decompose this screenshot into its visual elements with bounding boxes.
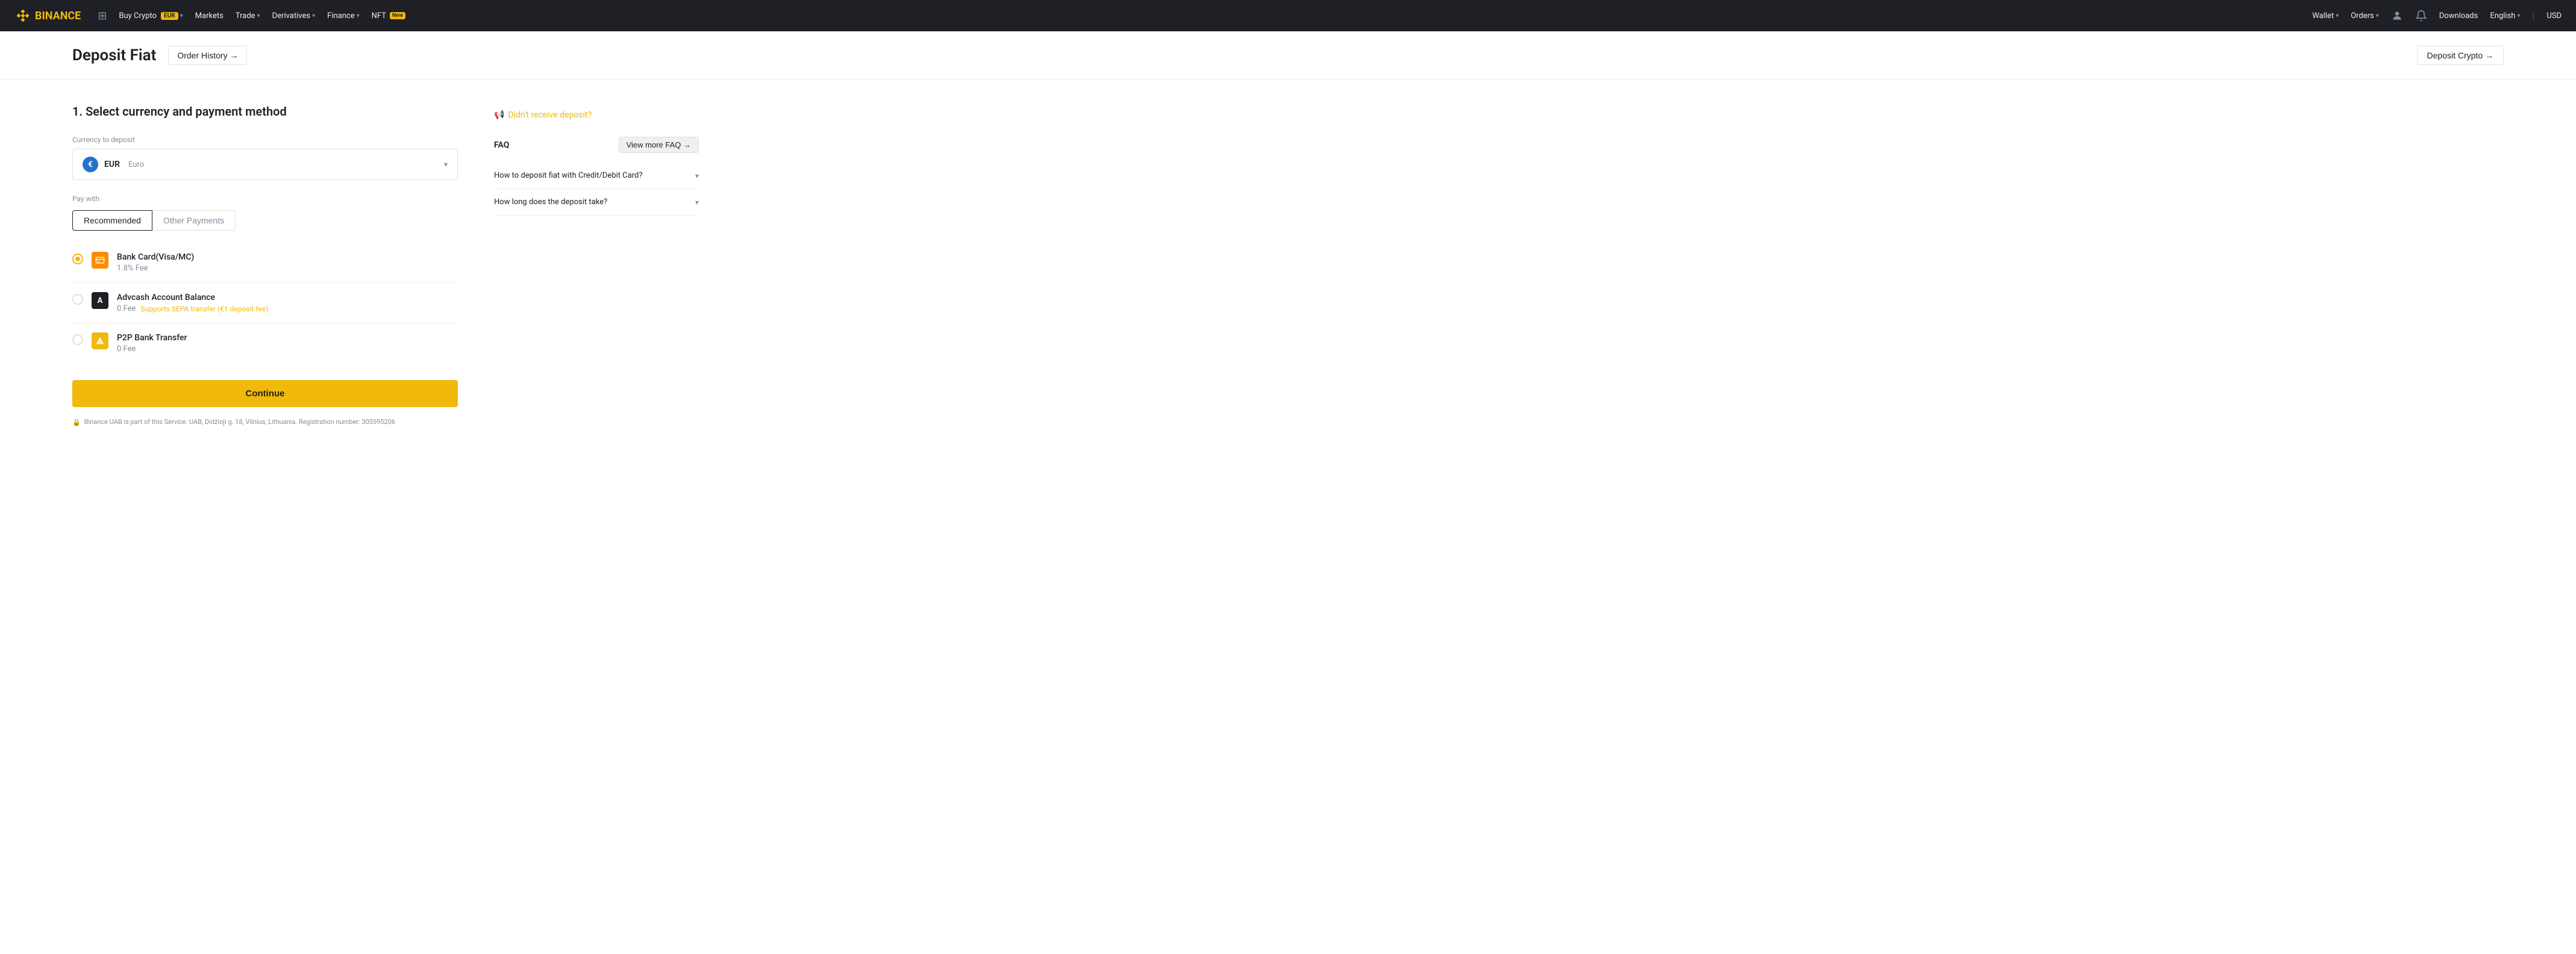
p2p-details: P2P Bank Transfer 0 Fee [117, 333, 458, 354]
left-panel: 1. Select currency and payment method Cu… [72, 104, 458, 426]
advcash-fee: 0 Fee Supports SEPA transfer (€1 deposit… [117, 304, 458, 313]
chevron-down-icon: ▾ [357, 13, 360, 19]
nav-downloads[interactable]: Downloads [2439, 11, 2478, 20]
navbar-right: Wallet ▾ Orders ▾ Downloads English ▾ | … [2312, 10, 2562, 22]
section-title: 1. Select currency and payment method [72, 104, 458, 119]
dropdown-arrow-icon: ▾ [444, 160, 448, 169]
faq-title: FAQ [494, 140, 509, 150]
nav-finance[interactable]: Finance ▾ [327, 11, 360, 20]
currency-full-name: Euro [128, 160, 144, 169]
chevron-down-icon: ▾ [257, 13, 260, 19]
payment-option-advcash[interactable]: A Advcash Account Balance 0 Fee Supports… [72, 283, 458, 323]
payment-option-bank-card[interactable]: Bank Card(Visa/MC) 1.8% Fee [72, 243, 458, 283]
chevron-down-icon: ▾ [2336, 13, 2339, 19]
chevron-down-icon: ▾ [695, 172, 699, 180]
logo-text: BINANCE [35, 10, 81, 22]
advcash-details: Advcash Account Balance 0 Fee Supports S… [117, 293, 458, 313]
currency-label: Currency to deposit [72, 136, 458, 144]
info-icon: 🔒 [72, 419, 81, 426]
currency-select[interactable]: € EUR Euro ▾ [72, 149, 458, 180]
currency-left: € EUR Euro [83, 157, 144, 172]
advcash-name: Advcash Account Balance [117, 293, 458, 302]
navbar: BINANCE ⊞ Buy Crypto EUR ▾ Markets Trade… [0, 0, 2576, 31]
nav-currency[interactable]: USD [2546, 11, 2562, 20]
apps-grid-icon[interactable]: ⊞ [98, 10, 107, 22]
faq-header: FAQ View more FAQ → [494, 137, 699, 153]
nav-markets[interactable]: Markets [195, 11, 224, 20]
pay-with-label: Pay with [72, 195, 458, 203]
p2p-fee: 0 Fee [117, 344, 458, 354]
chevron-down-icon: ▾ [2517, 13, 2520, 19]
nav-nft[interactable]: NFT New [372, 11, 405, 20]
currency-code: EUR [104, 160, 120, 169]
nav-trade[interactable]: Trade ▾ [236, 11, 260, 20]
radio-bank-card [72, 254, 83, 264]
faq-section: FAQ View more FAQ → How to deposit fiat … [494, 137, 699, 216]
right-panel: 📢 Didn't receive deposit? FAQ View more … [494, 104, 699, 426]
advcash-icon: A [92, 292, 108, 309]
page-title: Deposit Fiat [72, 46, 156, 64]
tab-other-payments[interactable]: Other Payments [152, 210, 236, 231]
nav-divider: | [2532, 10, 2534, 22]
faq-item-1[interactable]: How long does the deposit take? ▾ [494, 189, 699, 216]
chevron-down-icon: ▾ [2376, 13, 2379, 19]
bank-card-icon [92, 252, 108, 269]
body-layout: 1. Select currency and payment method Cu… [0, 80, 2576, 450]
radio-advcash [72, 294, 83, 305]
view-more-faq-button[interactable]: View more FAQ → [619, 137, 699, 153]
notifications-icon[interactable] [2415, 10, 2427, 22]
footer-note: 🔒 Binance UAB is part of this Service. U… [72, 418, 458, 426]
payment-option-p2p[interactable]: P2P Bank Transfer 0 Fee [72, 323, 458, 363]
order-history-button[interactable]: Order History → [168, 46, 247, 65]
page-header-left: Deposit Fiat Order History → [72, 46, 247, 65]
main-content: Deposit Fiat Order History → Deposit Cry… [0, 31, 2576, 954]
bank-card-fee: 1.8% Fee [117, 264, 458, 273]
nav-buy-crypto[interactable]: Buy Crypto EUR ▾ [119, 11, 183, 20]
nav-language[interactable]: English ▾ [2490, 11, 2520, 20]
nav-derivatives[interactable]: Derivatives ▾ [272, 11, 316, 20]
nav-orders[interactable]: Orders ▾ [2351, 11, 2379, 20]
binance-logo-icon [14, 7, 31, 24]
p2p-icon [92, 332, 108, 349]
radio-inner [75, 257, 80, 261]
p2p-name: P2P Bank Transfer [117, 333, 458, 343]
currency-icon: € [83, 157, 98, 172]
faq-question-0: How to deposit fiat with Credit/Debit Ca… [494, 171, 695, 180]
bank-card-name: Bank Card(Visa/MC) [117, 252, 458, 262]
chevron-down-icon: ▾ [180, 13, 183, 19]
user-icon[interactable] [2391, 10, 2403, 22]
tab-recommended[interactable]: Recommended [72, 210, 152, 231]
chevron-down-icon: ▾ [695, 198, 699, 207]
megaphone-icon: 📢 [494, 110, 504, 120]
logo[interactable]: BINANCE [14, 7, 81, 24]
radio-p2p [72, 334, 83, 345]
didnt-receive-link[interactable]: 📢 Didn't receive deposit? [494, 110, 699, 120]
faq-question-1: How long does the deposit take? [494, 198, 695, 207]
page-header: Deposit Fiat Order History → Deposit Cry… [0, 31, 2576, 80]
continue-button[interactable]: Continue [72, 380, 458, 407]
deposit-crypto-button[interactable]: Deposit Crypto → [2417, 46, 2504, 65]
faq-item-0[interactable]: How to deposit fiat with Credit/Debit Ca… [494, 163, 699, 189]
sepa-note: Supports SEPA transfer (€1 deposit fee) [140, 305, 268, 313]
chevron-down-icon: ▾ [312, 13, 315, 19]
payment-options-list: Bank Card(Visa/MC) 1.8% Fee A Advcash Ac… [72, 243, 458, 363]
bank-card-details: Bank Card(Visa/MC) 1.8% Fee [117, 252, 458, 273]
nav-wallet[interactable]: Wallet ▾ [2312, 11, 2339, 20]
payment-tabs: Recommended Other Payments [72, 210, 458, 231]
